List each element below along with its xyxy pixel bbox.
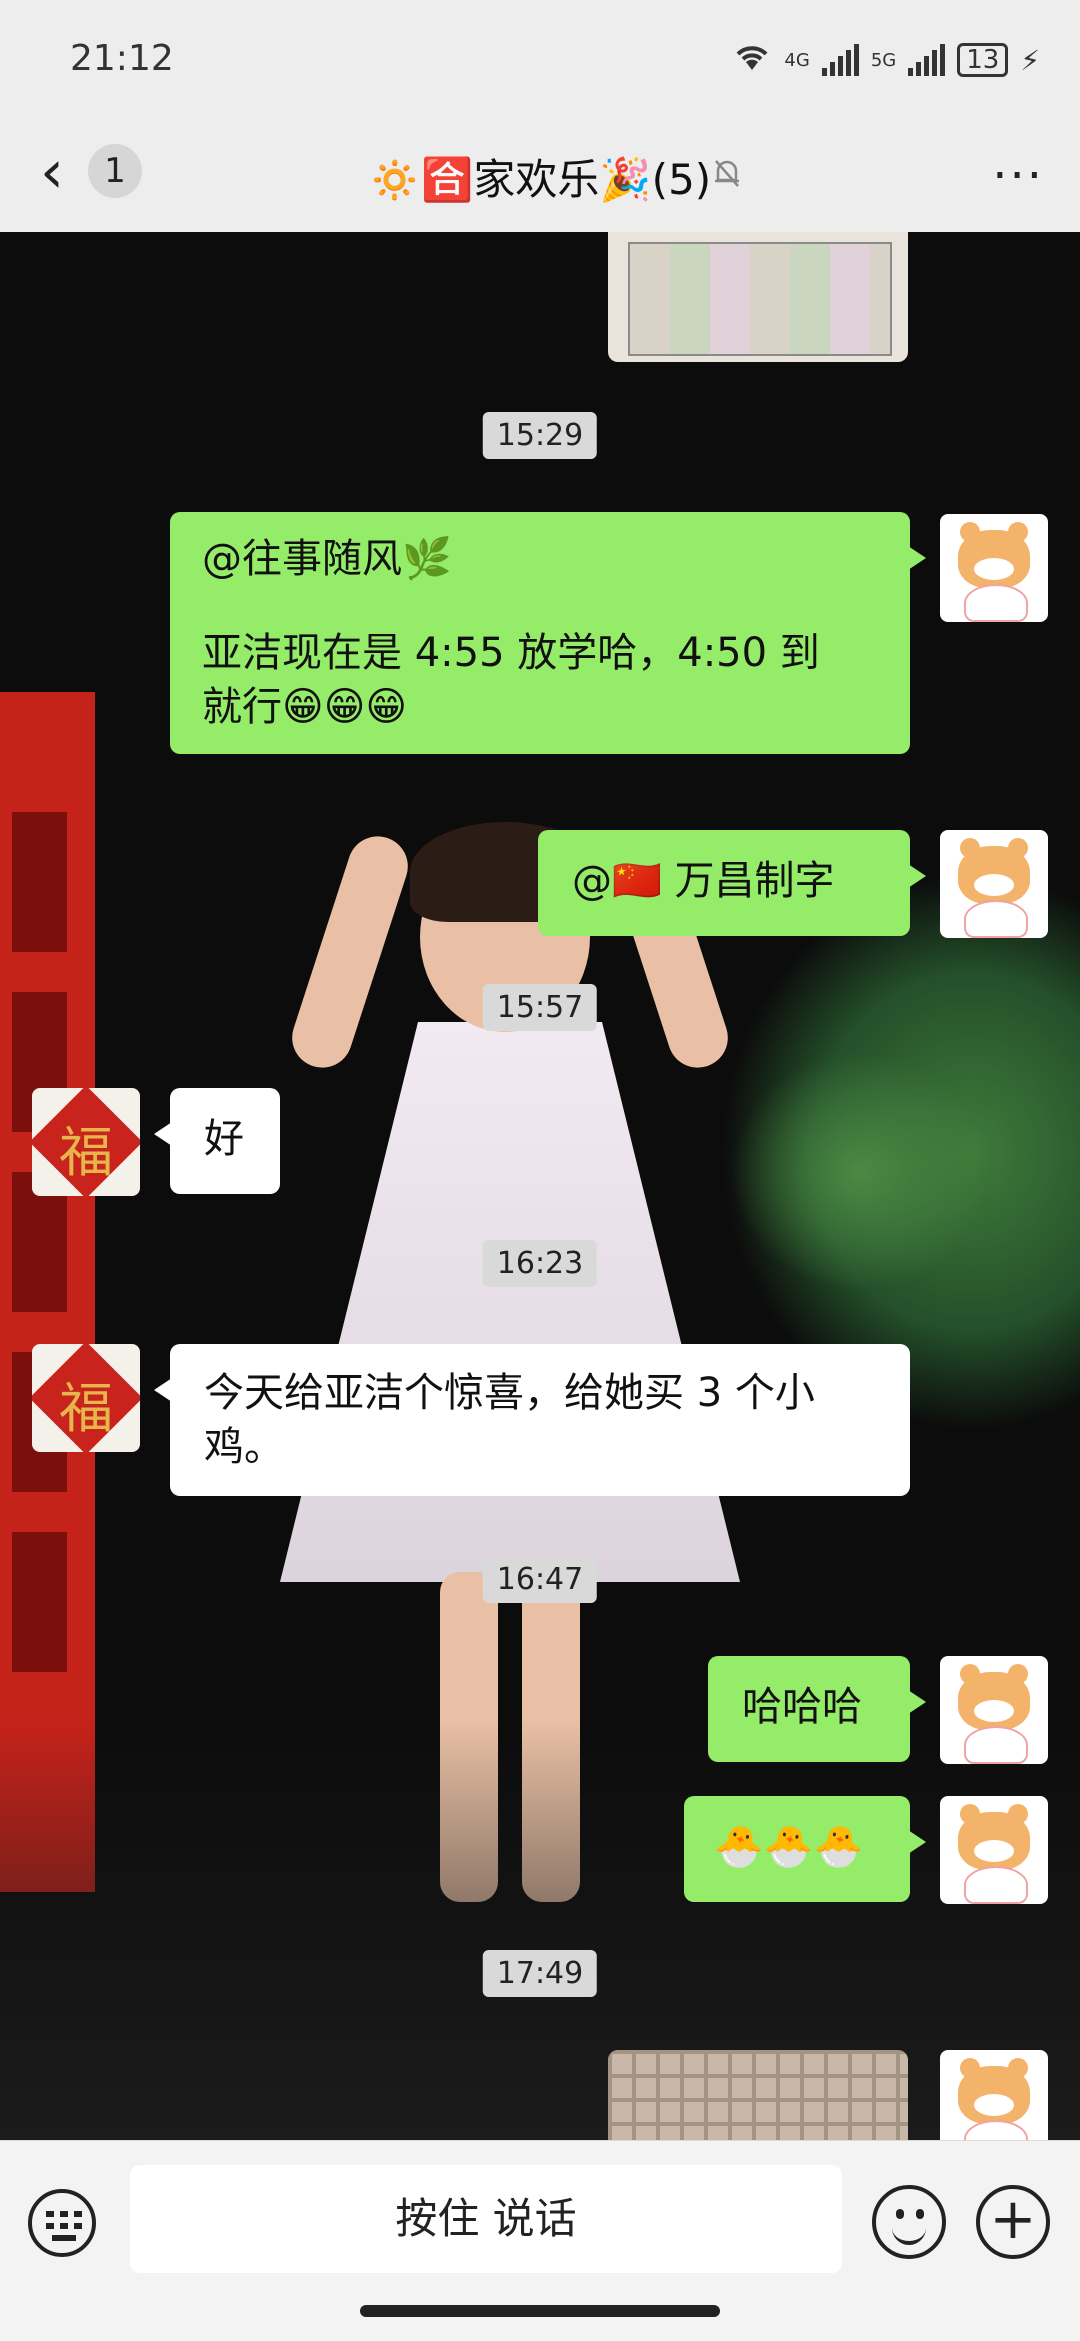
message-line: 亚洁现在是 4:55 放学哈，4:50 到: [202, 630, 820, 676]
background-floor: [0, 1720, 1080, 2140]
message-line: @往事随风🌿: [202, 536, 452, 582]
background-leaf-small: [730, 1052, 990, 1292]
my-avatar[interactable]: [940, 1796, 1048, 1904]
message-line-blank: [202, 586, 878, 626]
image-message-cage[interactable]: [608, 2050, 908, 2140]
more-options-icon[interactable]: ···: [992, 148, 1044, 204]
timestamp: 15:57: [482, 984, 598, 1031]
message-line-emoji: 🐣🐣🐣: [714, 1824, 864, 1870]
signal-icon-1: [821, 44, 859, 76]
message-line: 就行😁😁😁: [202, 684, 408, 730]
status-icons: 4G 5G 13 ⚡: [732, 40, 1040, 80]
sender-avatar-fu[interactable]: 福: [32, 1344, 140, 1452]
message-bubble-received[interactable]: 好: [154, 1088, 280, 1194]
battery-icon: 13: [957, 43, 1009, 77]
wifi-icon: [732, 40, 772, 80]
my-avatar[interactable]: [940, 2050, 1048, 2140]
message-bubble-sent[interactable]: @🇨🇳 万昌制字: [538, 830, 926, 936]
message-line: 鸡。: [204, 1424, 284, 1470]
message-bubble-sent[interactable]: 🐣🐣🐣: [684, 1796, 926, 1902]
timestamp: 16:47: [482, 1556, 598, 1603]
mute-bell-icon: [710, 156, 744, 190]
message-line: @🇨🇳 万昌制字: [572, 858, 835, 904]
chat-title: 🔅🈴家欢乐🎉(5): [368, 155, 712, 204]
sender-avatar-fu[interactable]: 福: [32, 1088, 140, 1196]
plus-icon[interactable]: +: [976, 2185, 1050, 2259]
my-avatar[interactable]: [940, 514, 1048, 622]
emoji-icon[interactable]: [872, 2185, 946, 2259]
timestamp: 16:23: [482, 1240, 598, 1287]
status-bar: 21:12 4G 5G 13 ⚡: [0, 0, 1080, 122]
message-line: 哈哈哈: [742, 1684, 862, 1730]
chat-area[interactable]: 15:29 @往事随风🌿 亚洁现在是 4:55 放学哈，4:50 到 就行😁😁😁…: [0, 232, 1080, 2140]
status-time: 21:12: [70, 38, 174, 79]
message-line: 今天给亚洁个惊喜，给她买 3 个小: [204, 1370, 815, 1416]
network-5g-label: 5G: [870, 49, 897, 71]
image-message-drawing[interactable]: [608, 232, 908, 362]
timestamp: 17:49: [482, 1950, 598, 1997]
home-indicator: [360, 2305, 720, 2317]
message-line: 好: [204, 1116, 244, 1162]
background-red-frame: [0, 692, 95, 1892]
my-avatar[interactable]: [940, 1656, 1048, 1764]
my-avatar[interactable]: [940, 830, 1048, 938]
chat-header: ‹ 1 🔅🈴家欢乐🎉(5) ···: [0, 122, 1080, 233]
message-bubble-sent[interactable]: 哈哈哈: [708, 1656, 926, 1762]
message-bubble-received[interactable]: 今天给亚洁个惊喜，给她买 3 个小 鸡。: [154, 1344, 910, 1496]
input-bar: 按住 说话 +: [0, 2140, 1080, 2341]
message-bubble-sent[interactable]: @往事随风🌿 亚洁现在是 4:55 放学哈，4:50 到 就行😁😁😁: [170, 512, 926, 754]
timestamp: 15:29: [482, 412, 598, 459]
keyboard-toggle-icon[interactable]: [28, 2189, 96, 2257]
network-4g-label: 4G: [784, 49, 810, 71]
hold-to-talk-button[interactable]: 按住 说话: [130, 2165, 842, 2273]
charging-icon: ⚡: [1020, 43, 1040, 77]
signal-icon-2: [908, 44, 946, 76]
